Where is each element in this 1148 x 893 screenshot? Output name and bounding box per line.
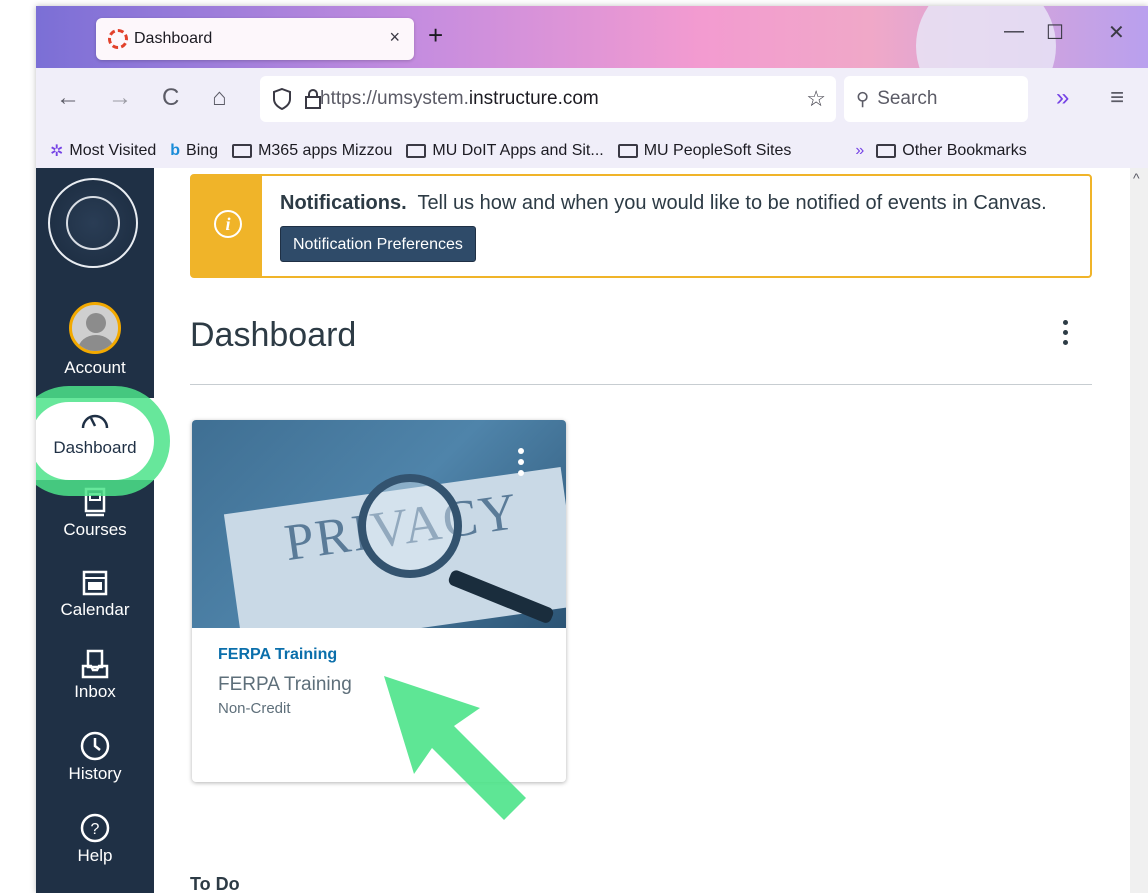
highlight-ring-annotation	[36, 386, 170, 496]
navigation-bar: ← → C ⌂ https://umsystem.instructure.com…	[36, 68, 1148, 134]
minimize-button[interactable]: —	[1004, 20, 1024, 43]
bing-icon: b	[170, 142, 181, 159]
sidebar-label-history: History	[68, 764, 122, 783]
seal-crest	[66, 196, 120, 250]
sidebar-label-account: Account	[64, 358, 126, 377]
forward-icon[interactable]: →	[108, 84, 132, 112]
dashboard-options-icon[interactable]	[1060, 320, 1070, 350]
sidebar-label-courses: Courses	[63, 520, 127, 539]
bookmark-label: Most Visited	[69, 142, 157, 159]
info-icon: i	[214, 210, 242, 238]
bookmarks-bar: ✲ Most Visited b Bing M365 apps Mizzou M…	[36, 134, 1148, 168]
bookmark-other[interactable]: Other Bookmarks	[876, 142, 1027, 160]
tab-dashboard[interactable]: Dashboard ×	[96, 18, 414, 60]
bookmark-label: Bing	[186, 142, 219, 159]
notification-accent: i	[192, 176, 262, 276]
folder-icon	[406, 144, 427, 158]
calendar-icon	[82, 570, 108, 596]
bookmarks-overflow-icon[interactable]: »	[855, 142, 864, 160]
close-window-button[interactable]: ✕	[1108, 20, 1125, 45]
course-card-link[interactable]: FERPA Training	[218, 646, 337, 664]
browser-window: Dashboard × + — ☐ ✕ ← → C ⌂ https://umsy…	[36, 6, 1148, 893]
canvas-favicon-icon	[108, 29, 128, 49]
scroll-up-icon[interactable]: ^	[1133, 170, 1140, 186]
search-input[interactable]: ⚲ Search	[844, 76, 1028, 122]
search-icon: ⚲	[856, 88, 870, 109]
page-title: Dashboard	[190, 316, 357, 354]
title-divider	[190, 384, 1092, 385]
page-scrollbar[interactable]: ^	[1130, 168, 1148, 893]
todo-heading: To Do	[190, 874, 240, 893]
close-tab-icon[interactable]: ×	[389, 27, 400, 48]
course-card-subtitle: FERPA Training	[218, 674, 352, 695]
avatar	[69, 302, 121, 354]
folder-icon	[232, 144, 253, 158]
reload-icon[interactable]: C	[162, 84, 179, 112]
overflow-icon[interactable]: »	[1056, 84, 1069, 112]
bookmark-most-visited[interactable]: ✲ Most Visited	[50, 141, 156, 161]
url-prefix: https://umsystem.	[320, 88, 469, 109]
menu-icon[interactable]: ≡	[1110, 84, 1124, 112]
course-card-term: Non-Credit	[218, 700, 291, 717]
tab-title: Dashboard	[134, 30, 213, 47]
sidebar-label-inbox: Inbox	[74, 682, 116, 701]
home-icon[interactable]: ⌂	[212, 84, 227, 112]
canvas-page: Account Dashboard Courses Calendar Inbox…	[36, 168, 1148, 893]
shield-icon	[273, 88, 291, 110]
bookmark-label: Other Bookmarks	[902, 142, 1027, 159]
sidebar-item-inbox[interactable]: Inbox	[36, 648, 154, 702]
help-icon: ?	[80, 813, 110, 843]
bookmark-m365[interactable]: M365 apps Mizzou	[232, 142, 392, 160]
inbox-icon	[81, 649, 109, 679]
bookmark-label: M365 apps Mizzou	[258, 142, 393, 159]
arrow-annotation-icon	[384, 676, 526, 820]
maximize-button[interactable]: ☐	[1046, 20, 1064, 45]
notification-preferences-button[interactable]: Notification Preferences	[280, 226, 476, 262]
magnifier-icon	[358, 474, 462, 578]
address-bar[interactable]: https://umsystem.instructure.com ☆	[260, 76, 836, 122]
notification-message: Tell us how and when you would like to b…	[417, 192, 1047, 214]
bookmark-label: MU PeopleSoft Sites	[643, 142, 792, 159]
screenshot-root: Dashboard × + — ☐ ✕ ← → C ⌂ https://umsy…	[0, 0, 1148, 893]
new-tab-button[interactable]: +	[428, 20, 443, 51]
bookmark-bing[interactable]: b Bing	[170, 142, 218, 160]
global-nav-sidebar: Account Dashboard Courses Calendar Inbox…	[36, 168, 154, 893]
notification-text: Notifications. Tell us how and when you …	[280, 192, 1047, 215]
sidebar-item-calendar[interactable]: Calendar	[36, 566, 154, 620]
url-domain: instructure.com	[468, 88, 599, 109]
title-bar: Dashboard × + — ☐ ✕	[36, 6, 1148, 116]
search-placeholder: Search	[877, 88, 938, 109]
folder-icon	[617, 144, 638, 158]
bookmark-doit[interactable]: MU DoIT Apps and Sit...	[406, 142, 604, 160]
sidebar-item-help[interactable]: ? Help	[36, 812, 154, 866]
bookmark-label: MU DoIT Apps and Sit...	[432, 142, 604, 159]
svg-text:?: ?	[91, 821, 100, 838]
sidebar-label-calendar: Calendar	[60, 600, 130, 619]
url-text: https://umsystem.instructure.com	[320, 88, 599, 110]
bookmark-peoplesoft[interactable]: MU PeopleSoft Sites	[617, 142, 792, 160]
bookmark-star-icon[interactable]: ☆	[806, 86, 826, 112]
folder-icon	[876, 144, 897, 158]
sidebar-item-account[interactable]: Account	[36, 302, 154, 378]
notification-banner: i Notifications. Tell us how and when yo…	[190, 174, 1092, 278]
sidebar-item-history[interactable]: History	[36, 730, 154, 784]
lock-icon	[305, 89, 321, 109]
university-seal-logo[interactable]	[48, 178, 138, 268]
notification-title: Notifications.	[280, 192, 407, 214]
course-card-image: PRIVACY	[192, 420, 566, 628]
back-icon[interactable]: ←	[56, 84, 80, 112]
sidebar-label-help: Help	[77, 846, 113, 865]
gear-icon: ✲	[50, 143, 64, 160]
card-options-icon[interactable]	[518, 448, 526, 481]
clock-icon	[80, 731, 110, 761]
